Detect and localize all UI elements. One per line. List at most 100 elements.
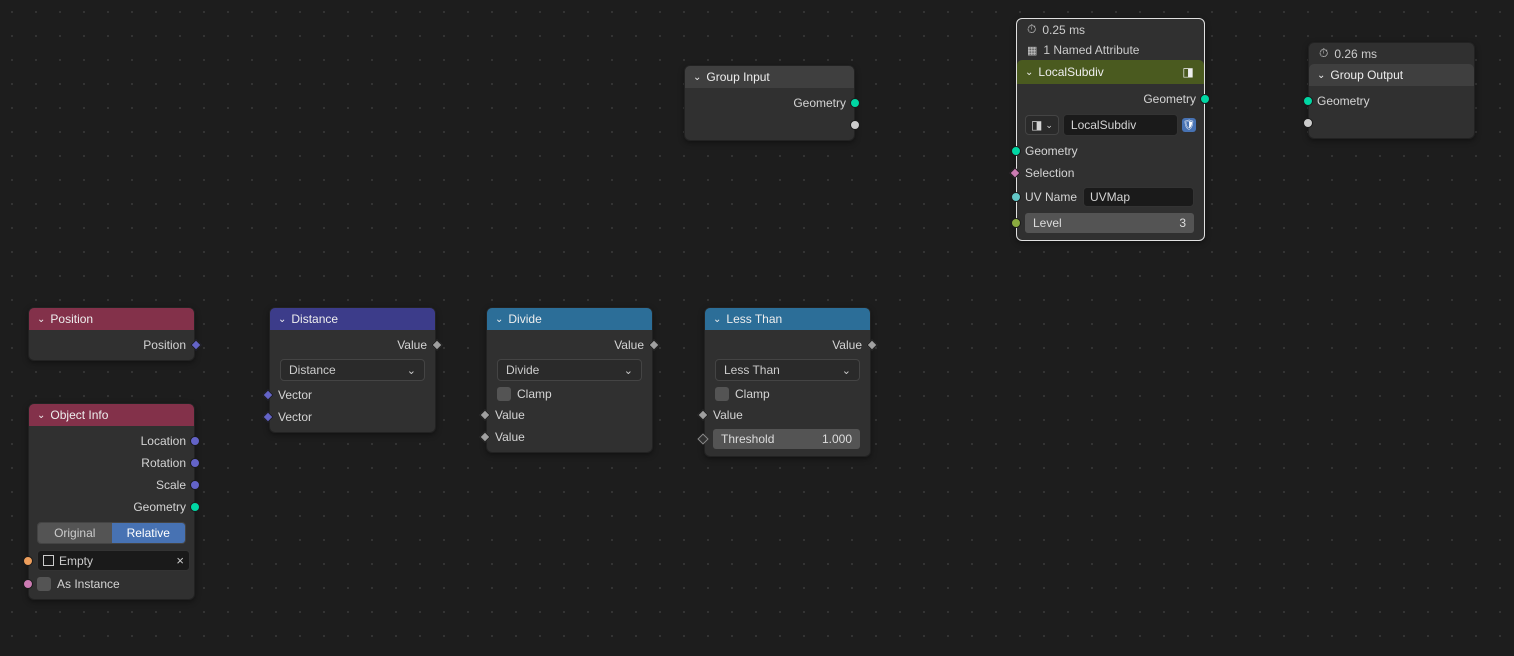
socket-in-level[interactable]: [1011, 218, 1021, 228]
output-label: Location: [141, 434, 186, 448]
uv-name-field[interactable]: UVMap: [1083, 187, 1194, 207]
socket-out-virtual[interactable]: [850, 120, 860, 130]
chevron-down-icon: ⌄: [495, 314, 503, 325]
operation-dropdown[interactable]: Less Than: [715, 359, 860, 381]
node-header[interactable]: ⌄ Distance: [270, 308, 435, 330]
object-picker[interactable]: Empty ×: [37, 550, 190, 571]
attribute-value: 1 Named Attribute: [1043, 43, 1139, 57]
operation-dropdown[interactable]: Distance: [280, 359, 425, 381]
node-position[interactable]: ⌄ Position Position: [28, 307, 195, 361]
node-header[interactable]: ⌄ Group Input: [685, 66, 854, 88]
dropdown-value: Divide: [506, 363, 539, 377]
time-value: 0.25 ms: [1042, 23, 1085, 37]
time-value: 0.26 ms: [1334, 47, 1377, 61]
input-label: Value: [495, 430, 525, 444]
node-divide[interactable]: ⌄ Divide Value Divide Clamp Value Value: [486, 307, 653, 453]
uv-value: UVMap: [1090, 190, 1130, 204]
socket-out-geometry[interactable]: [190, 502, 200, 512]
clamp-label: Clamp: [735, 387, 770, 401]
input-label: Vector: [278, 388, 312, 402]
output-label: Value: [614, 338, 644, 352]
fake-user-toggle[interactable]: 🛡: [1182, 118, 1196, 132]
toggle-original[interactable]: Original: [38, 523, 112, 543]
input-label: Value: [495, 408, 525, 422]
socket-in-geometry[interactable]: [1303, 96, 1313, 106]
as-instance-checkbox[interactable]: [37, 577, 51, 591]
socket-in-as-instance[interactable]: [23, 579, 33, 589]
clamp-checkbox[interactable]: [497, 387, 511, 401]
node-group-name: LocalSubdiv: [1071, 118, 1136, 132]
socket-in-uv-name[interactable]: [1011, 192, 1021, 202]
dropdown-value: Less Than: [724, 363, 780, 377]
socket-out-rotation[interactable]: [190, 458, 200, 468]
timer-icon: [1027, 22, 1036, 37]
attribute-icon: [1027, 43, 1037, 57]
node-title: Object Info: [50, 408, 108, 422]
socket-in-object[interactable]: [23, 556, 33, 566]
node-header[interactable]: ⌄ Divide: [487, 308, 652, 330]
clear-icon[interactable]: ×: [176, 553, 184, 568]
node-title: Divide: [508, 312, 541, 326]
node-local-subdiv[interactable]: 0.25 ms 1 Named Attribute ⌄ LocalSubdiv …: [1016, 18, 1205, 241]
node-title: LocalSubdiv: [1038, 65, 1103, 79]
clamp-checkbox[interactable]: [715, 387, 729, 401]
input-label: Selection: [1025, 166, 1074, 180]
transform-space-toggle[interactable]: Original Relative: [37, 522, 186, 544]
output-label: Geometry: [1143, 92, 1196, 106]
clamp-label: Clamp: [517, 387, 552, 401]
node-title: Less Than: [726, 312, 782, 326]
node-group-name-field[interactable]: LocalSubdiv: [1063, 114, 1178, 136]
dropdown-value: Distance: [289, 363, 336, 377]
output-label: Scale: [156, 478, 186, 492]
input-label: Geometry: [1317, 94, 1370, 108]
chevron-down-icon: ⌄: [693, 72, 701, 83]
node-group-icon: [1031, 118, 1042, 132]
input-label: Geometry: [1025, 144, 1078, 158]
dropdown-caret-icon: ⌄: [1045, 120, 1053, 131]
input-label: Vector: [278, 410, 312, 424]
chevron-down-icon: ⌄: [37, 410, 45, 421]
threshold-label: Threshold: [721, 432, 774, 446]
node-group-output[interactable]: 0.26 ms ⌄ Group Output Geometry: [1308, 42, 1475, 139]
socket-out-location[interactable]: [190, 436, 200, 446]
level-label: Level: [1033, 216, 1062, 230]
threshold-field[interactable]: Threshold 1.000: [713, 429, 860, 449]
output-label: Position: [143, 338, 186, 352]
node-group-edit-icon[interactable]: [1180, 64, 1196, 80]
uv-label: UV Name: [1025, 190, 1077, 204]
node-header[interactable]: ⌄ Group Output: [1309, 64, 1474, 86]
node-header[interactable]: ⌄ Less Than: [705, 308, 870, 330]
as-instance-label: As Instance: [57, 577, 120, 591]
level-value: 3: [1179, 216, 1186, 230]
node-header[interactable]: ⌄ Position: [29, 308, 194, 330]
input-label: Value: [713, 408, 743, 422]
output-label: Geometry: [793, 96, 846, 110]
socket-out-scale[interactable]: [190, 480, 200, 490]
node-object-info[interactable]: ⌄ Object Info Location Rotation Scale Ge…: [28, 403, 195, 600]
node-title: Distance: [291, 312, 338, 326]
node-title: Group Input: [706, 70, 769, 84]
timer-icon: [1319, 46, 1328, 61]
node-group-picker[interactable]: ⌄: [1025, 115, 1059, 135]
node-title: Position: [50, 312, 93, 326]
socket-in-virtual[interactable]: [1303, 118, 1313, 128]
object-name: Empty: [59, 554, 93, 568]
node-group-input[interactable]: ⌄ Group Input Geometry: [684, 65, 855, 141]
object-icon: [43, 555, 54, 566]
node-distance[interactable]: ⌄ Distance Value Distance Vector Vector: [269, 307, 436, 433]
chevron-down-icon: ⌄: [1317, 70, 1325, 81]
socket-in-geometry[interactable]: [1011, 146, 1021, 156]
socket-out-geometry[interactable]: [1200, 94, 1210, 104]
attribute-info: 1 Named Attribute: [1017, 40, 1204, 60]
chevron-down-icon: ⌄: [1025, 67, 1033, 78]
node-less-than[interactable]: ⌄ Less Than Value Less Than Clamp Value …: [704, 307, 871, 457]
output-label: Rotation: [141, 456, 186, 470]
output-label: Value: [397, 338, 427, 352]
node-header[interactable]: ⌄ LocalSubdiv: [1017, 60, 1204, 84]
level-field[interactable]: Level 3: [1025, 213, 1194, 233]
node-header[interactable]: ⌄ Object Info: [29, 404, 194, 426]
toggle-relative[interactable]: Relative: [112, 523, 186, 543]
socket-out-geometry[interactable]: [850, 98, 860, 108]
threshold-value: 1.000: [822, 432, 852, 446]
operation-dropdown[interactable]: Divide: [497, 359, 642, 381]
